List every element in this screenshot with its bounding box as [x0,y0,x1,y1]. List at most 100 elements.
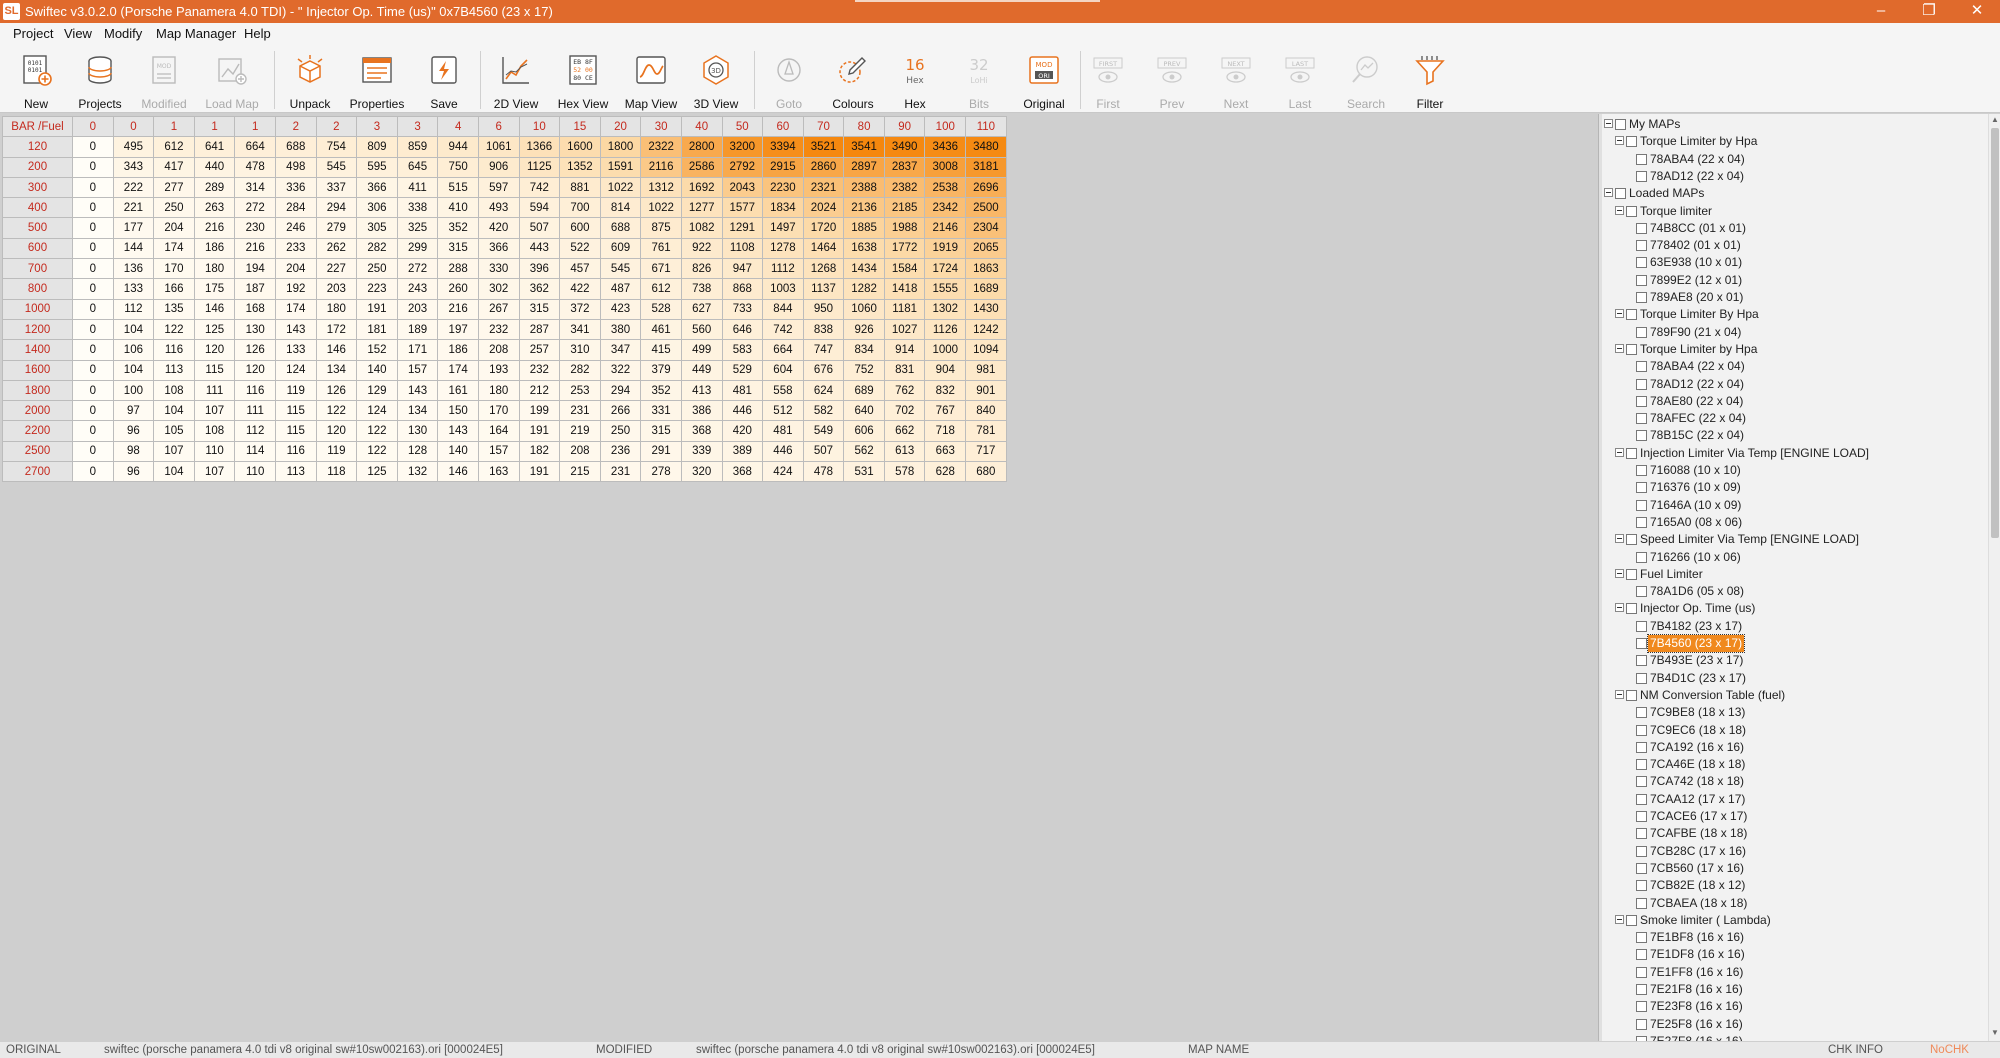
map-cell[interactable]: 282 [559,359,601,381]
map-cell[interactable]: 166 [153,278,195,300]
map-cell[interactable]: 507 [802,440,845,463]
map-cell[interactable]: 116 [153,339,195,361]
map-cell[interactable]: 1094 [965,339,1007,361]
prev-button[interactable]: PREV Prev [1150,49,1194,111]
map-cell[interactable]: 2024 [802,197,845,219]
map-cell[interactable]: 180 [477,379,520,402]
map-cell[interactable]: 191 [518,461,561,483]
map-cell[interactable]: 243 [396,278,439,300]
menu-view[interactable]: View [64,26,92,41]
map-cell[interactable]: 717 [965,440,1007,463]
map-cell[interactable]: 664 [234,136,276,158]
map-cell[interactable]: 664 [762,339,804,361]
map-cell[interactable]: 134 [396,400,439,422]
map-cell[interactable]: 98 [112,440,155,463]
map-cell[interactable]: 0 [72,156,114,178]
map-cell[interactable]: 680 [965,461,1007,483]
map-cell[interactable]: 250 [356,258,398,280]
map-cell[interactable]: 177 [112,217,155,239]
3d-view-button[interactable]: 3D 3D View [688,49,744,111]
map-cell[interactable]: 284 [274,197,317,219]
map-cell[interactable]: 216 [193,217,236,239]
map-cell[interactable]: 2696 [965,176,1007,199]
map-cell[interactable]: 1278 [762,237,804,260]
map-cell[interactable]: 2388 [843,176,885,199]
map-cell[interactable]: 1112 [762,258,804,280]
map-cell[interactable]: 0 [72,258,114,280]
map-cell[interactable]: 831 [883,359,926,381]
map-cell[interactable]: 278 [640,461,682,483]
tree-collapse-icon[interactable] [1615,568,1624,578]
tree-checkbox[interactable] [1636,949,1647,961]
map-cell[interactable]: 1022 [640,197,682,219]
map-cell[interactable]: 478 [234,156,276,178]
map-cell[interactable]: 124 [274,359,317,381]
tree-checkbox[interactable] [1626,205,1637,217]
map-cell[interactable]: 132 [396,461,439,483]
tree-checkbox[interactable] [1636,274,1647,286]
map-cell[interactable]: 0 [72,461,114,483]
map-cell[interactable]: 197 [437,318,479,341]
map-cell[interactable]: 981 [965,359,1007,381]
original-button[interactable]: MOD ORI Original [1016,49,1072,111]
map-cell[interactable]: 194 [234,258,276,280]
map-cell[interactable]: 461 [640,318,682,341]
map-cell[interactable]: 545 [599,258,642,280]
map-cell[interactable]: 612 [153,136,195,158]
map-cell[interactable]: 2321 [802,176,845,199]
map-cell[interactable]: 104 [112,359,155,381]
menu-map-manager[interactable]: Map Manager [156,26,236,41]
map-cell[interactable]: 272 [396,258,439,280]
map-cell[interactable]: 0 [72,359,114,381]
map-cell[interactable]: 3541 [843,136,885,158]
map-cell[interactable]: 560 [680,318,723,341]
map-cell[interactable]: 96 [112,461,155,483]
tree-checkbox[interactable] [1636,897,1647,909]
map-cell[interactable]: 122 [356,440,398,463]
map-cell[interactable]: 420 [721,420,764,442]
map-cell[interactable]: 2382 [883,176,926,199]
map-cell[interactable]: 171 [396,339,439,361]
map-cell[interactable]: 840 [965,400,1007,422]
map-cell[interactable]: 386 [680,400,723,422]
menu-project[interactable]: Project [13,26,53,41]
map-cell[interactable]: 688 [599,217,642,239]
map-cell[interactable]: 1312 [640,176,682,199]
tree-collapse-icon[interactable] [1615,205,1624,215]
next-button[interactable]: NEXT Next [1214,49,1258,111]
map-cell[interactable]: 0 [72,400,114,422]
map-cell[interactable]: 396 [518,258,561,280]
map-cell[interactable]: 315 [640,420,682,442]
tree-collapse-icon[interactable] [1615,447,1624,457]
tree-checkbox[interactable] [1636,655,1647,667]
map-cell[interactable]: 302 [477,278,520,300]
map-cell[interactable]: 689 [843,379,885,402]
map-cell[interactable]: 834 [843,339,885,361]
goto-button[interactable]: Goto [762,49,816,111]
map-cell[interactable]: 2304 [965,217,1007,239]
map-cell[interactable]: 493 [477,197,520,219]
map-cell[interactable]: 1282 [843,278,885,300]
map-cell[interactable]: 1291 [721,217,764,239]
menu-modify[interactable]: Modify [104,26,142,41]
map-cell[interactable]: 1418 [883,278,926,300]
map-cell[interactable]: 182 [518,440,561,463]
map-cell[interactable]: 320 [680,461,723,483]
map-cell[interactable]: 110 [234,461,276,483]
map-cell[interactable]: 119 [315,440,358,463]
map-cell[interactable]: 96 [112,420,155,442]
map-cell[interactable]: 904 [924,359,967,381]
scroll-down-icon[interactable]: ▼ [1990,1028,2000,1038]
map-cell[interactable]: 231 [559,400,601,422]
map-cell[interactable]: 306 [356,197,398,219]
map-cell[interactable]: 219 [559,420,601,442]
tree-scrollbar[interactable]: ▲ ▼ [1988,114,2000,1041]
map-cell[interactable]: 1302 [924,298,967,320]
map-cell[interactable]: 478 [802,461,845,483]
map-cell[interactable]: 2860 [802,156,845,178]
map-cell[interactable]: 122 [315,400,358,422]
map-cell[interactable]: 641 [193,136,236,158]
map-cell[interactable]: 640 [843,400,885,422]
map-cell[interactable]: 529 [721,359,764,381]
tree-checkbox[interactable] [1636,776,1647,788]
